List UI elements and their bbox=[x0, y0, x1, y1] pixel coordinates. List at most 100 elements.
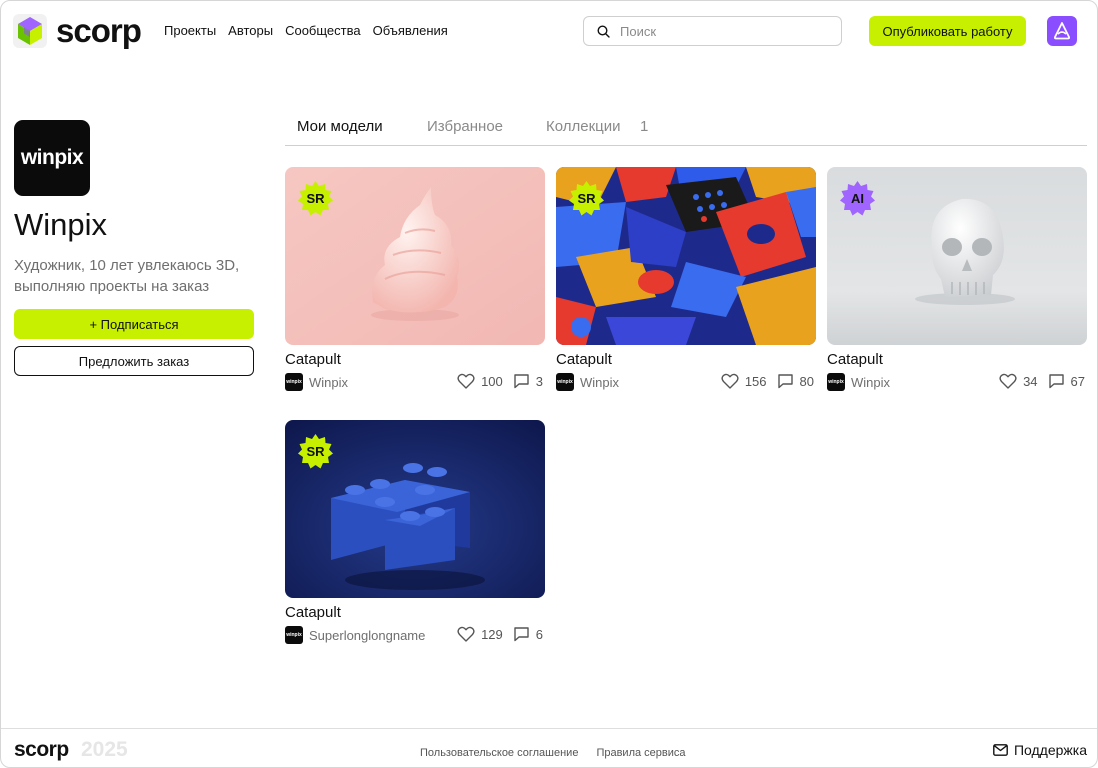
comment-count: 6 bbox=[535, 626, 543, 642]
user-agreement-link[interactable]: Пользовательское соглашение bbox=[420, 747, 578, 759]
search-box bbox=[583, 16, 842, 46]
heart-icon bbox=[457, 626, 475, 642]
comment-count: 67 bbox=[1070, 373, 1085, 389]
heart-icon bbox=[721, 373, 739, 389]
comment-icon bbox=[777, 374, 793, 389]
model-author[interactable]: winpix Winpix bbox=[285, 373, 348, 391]
footer-links: Пользовательское соглашение Правила серв… bbox=[420, 747, 686, 759]
model-thumbnail[interactable]: AI bbox=[827, 167, 1087, 345]
like-button[interactable]: 156 bbox=[721, 373, 767, 389]
tab-collections[interactable]: Коллекции bbox=[546, 118, 621, 136]
profile-tabs: Мои модели Избранное Коллекции 1 bbox=[285, 118, 1087, 146]
like-button[interactable]: 129 bbox=[457, 626, 503, 642]
page-footer: scorp 2025 Пользовательское соглашение П… bbox=[1, 728, 1097, 767]
like-button[interactable]: 34 bbox=[999, 373, 1038, 389]
author-avatar: winpix bbox=[14, 120, 90, 196]
comment-count: 3 bbox=[535, 373, 543, 389]
rating-badge: SR bbox=[298, 181, 333, 216]
collections-count: 1 bbox=[640, 118, 649, 135]
user-menu-button[interactable] bbox=[1047, 16, 1077, 46]
model-card: AI Catapult winpix Winpix 34 67 bbox=[827, 167, 1087, 397]
author-mini-avatar: winpix bbox=[556, 373, 574, 391]
comment-button[interactable]: 6 bbox=[513, 626, 543, 642]
model-stats: 100 3 bbox=[457, 373, 543, 389]
model-title[interactable]: Catapult bbox=[556, 351, 612, 368]
author-mini-avatar: winpix bbox=[285, 373, 303, 391]
support-link[interactable]: Поддержка bbox=[993, 742, 1087, 758]
publish-work-button[interactable]: Опубликовать работу bbox=[869, 16, 1026, 46]
nav-announcements[interactable]: Объявления bbox=[373, 23, 448, 39]
subscribe-button[interactable]: + Подписаться bbox=[14, 309, 254, 339]
author-label: Winpix bbox=[309, 374, 349, 390]
rating-badge: SR bbox=[569, 181, 604, 216]
top-header: scorp Проекты Авторы Сообщества Объявлен… bbox=[1, 1, 1097, 61]
propose-order-button[interactable]: Предложить заказ bbox=[14, 346, 254, 376]
heart-icon bbox=[999, 373, 1017, 389]
model-author[interactable]: winpix Winpix bbox=[556, 373, 619, 391]
model-author[interactable]: winpix Superlonglongname bbox=[285, 626, 425, 644]
comment-icon bbox=[514, 627, 529, 642]
nav-authors[interactable]: Авторы bbox=[228, 23, 273, 39]
model-title[interactable]: Catapult bbox=[285, 604, 341, 621]
model-stats: 129 6 bbox=[457, 626, 543, 642]
mini-avatar-text: winpix bbox=[286, 632, 302, 638]
heart-icon bbox=[457, 373, 475, 389]
like-count: 156 bbox=[744, 373, 767, 389]
like-button[interactable]: 100 bbox=[457, 373, 503, 389]
model-author[interactable]: winpix Winpix bbox=[827, 373, 890, 391]
model-card: SR Catapult winpix Winpix 156 80 bbox=[556, 167, 816, 397]
badge-label: SR bbox=[306, 191, 325, 206]
nav-communities[interactable]: Сообщества bbox=[285, 23, 361, 39]
model-card: SR Catapult winpix Superlonglongname 129… bbox=[285, 420, 545, 650]
search-input[interactable] bbox=[620, 23, 820, 39]
author-name: Winpix bbox=[14, 207, 108, 242]
footer-logo[interactable]: scorp bbox=[14, 738, 69, 762]
author-mini-avatar: winpix bbox=[285, 626, 303, 644]
author-label: Winpix bbox=[580, 374, 620, 390]
author-mini-avatar: winpix bbox=[827, 373, 845, 391]
main-nav: Проекты Авторы Сообщества Объявления bbox=[164, 23, 448, 39]
comment-button[interactable]: 3 bbox=[513, 373, 543, 389]
mail-icon bbox=[993, 744, 1008, 756]
like-count: 100 bbox=[481, 373, 503, 389]
site-logo[interactable]: scorp bbox=[13, 12, 142, 49]
model-stats: 156 80 bbox=[721, 373, 814, 389]
mini-avatar-text: winpix bbox=[557, 379, 573, 385]
logo-text: scorp bbox=[56, 12, 142, 49]
footer-year: 2025 bbox=[81, 738, 128, 761]
rating-badge: SR bbox=[298, 434, 333, 469]
like-count: 129 bbox=[481, 626, 503, 642]
model-thumbnail[interactable]: SR bbox=[556, 167, 816, 345]
model-title[interactable]: Catapult bbox=[827, 351, 883, 368]
model-card: SR Catapult winpix Winpix 100 3 bbox=[285, 167, 545, 397]
rating-badge: AI bbox=[840, 181, 875, 216]
comment-button[interactable]: 80 bbox=[777, 373, 814, 389]
author-bio: Художник, 10 лет увлекаюсь 3D, выполняю … bbox=[14, 257, 240, 295]
model-thumbnail[interactable]: SR bbox=[285, 167, 545, 345]
comment-count: 80 bbox=[799, 373, 814, 389]
app-frame: scorp Проекты Авторы Сообщества Объявлен… bbox=[0, 0, 1098, 768]
model-title[interactable]: Catapult bbox=[285, 351, 341, 368]
nav-projects[interactable]: Проекты bbox=[164, 23, 216, 39]
service-rules-link[interactable]: Правила сервиса bbox=[596, 747, 685, 759]
user-logo-icon bbox=[1053, 22, 1071, 40]
tab-favorites[interactable]: Избранное bbox=[427, 118, 503, 136]
support-label: Поддержка bbox=[1013, 742, 1087, 758]
mini-avatar-text: winpix bbox=[828, 379, 844, 385]
badge-label: AI bbox=[851, 191, 864, 206]
comment-icon bbox=[1048, 374, 1064, 389]
author-label: Winpix bbox=[851, 374, 891, 390]
like-count: 34 bbox=[1023, 373, 1038, 389]
badge-label: SR bbox=[577, 191, 596, 206]
author-avatar-text: winpix bbox=[20, 146, 84, 169]
logo-cube-icon bbox=[13, 14, 47, 48]
search-icon bbox=[597, 24, 610, 38]
model-thumbnail[interactable]: SR bbox=[285, 420, 545, 598]
badge-label: SR bbox=[306, 444, 325, 459]
comment-icon bbox=[514, 374, 529, 389]
mini-avatar-text: winpix bbox=[286, 379, 302, 385]
comment-button[interactable]: 67 bbox=[1048, 373, 1085, 389]
tab-my-models[interactable]: Мои модели bbox=[297, 118, 383, 136]
author-label: Superlonglongname bbox=[309, 627, 426, 643]
model-stats: 34 67 bbox=[999, 373, 1085, 389]
